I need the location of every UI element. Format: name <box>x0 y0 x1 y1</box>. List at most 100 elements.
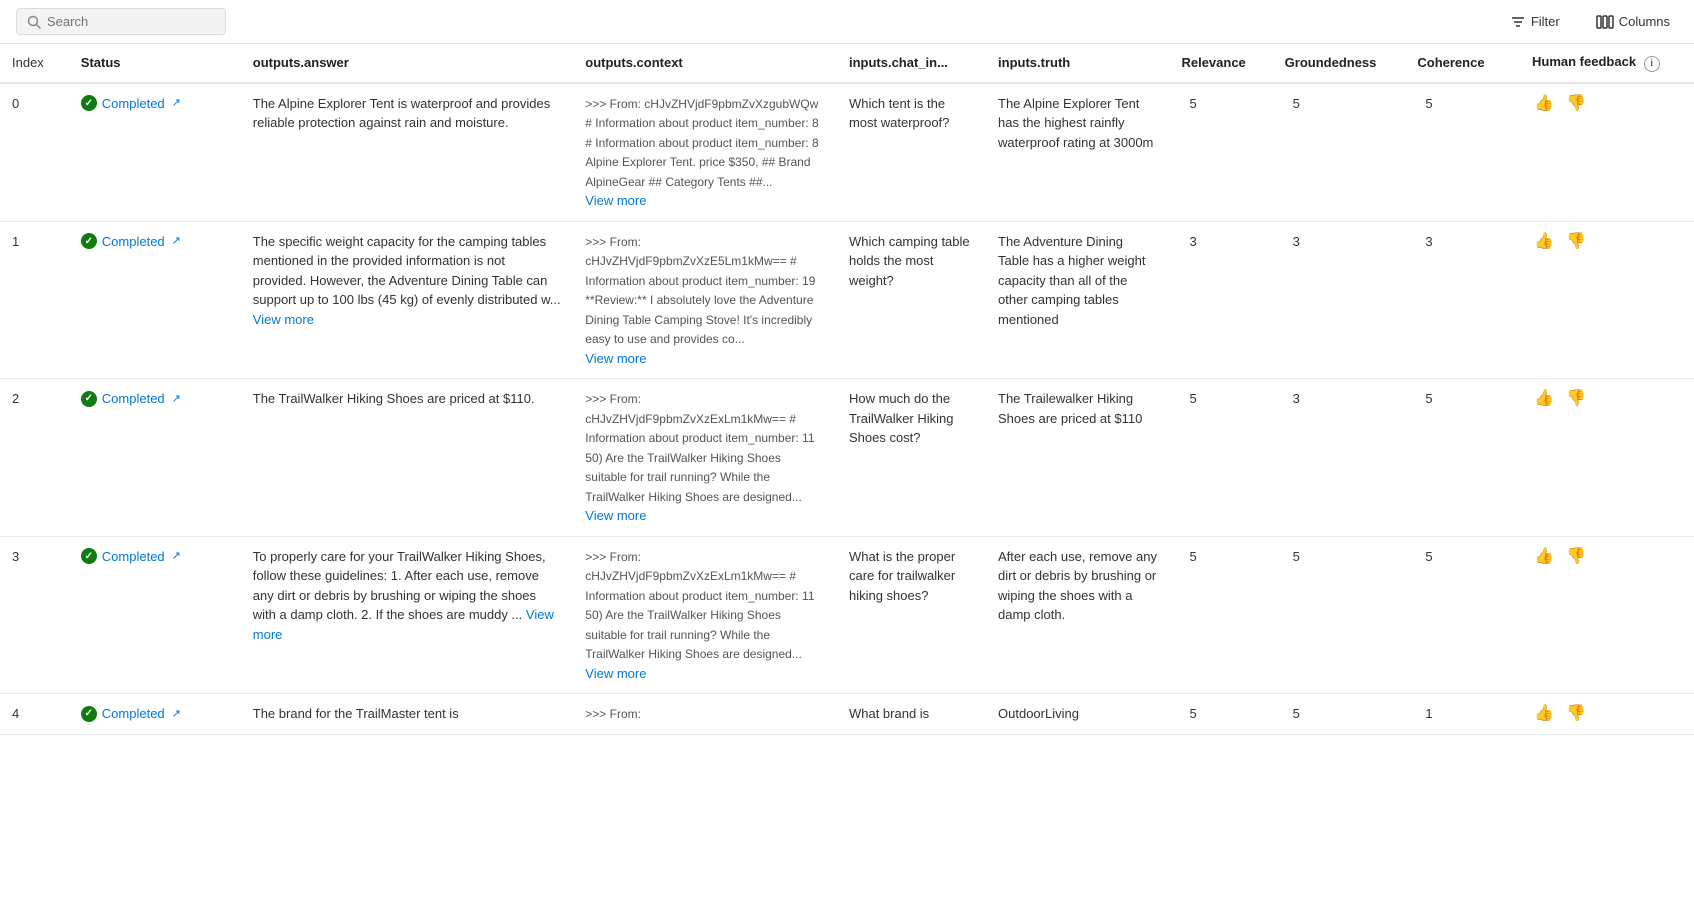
status-badge: Completed ↗ <box>81 94 229 114</box>
answer-text: The specific weight capacity for the cam… <box>253 234 561 327</box>
col-header-groundedness: Groundedness <box>1273 44 1406 83</box>
search-box[interactable] <box>16 8 226 35</box>
feedback-icons: 👍 👎 <box>1532 704 1682 724</box>
external-link-icon[interactable]: ↗ <box>172 95 181 112</box>
view-more-context-link[interactable]: View more <box>585 193 646 208</box>
data-table: Index Status outputs.answer outputs.cont… <box>0 44 1694 735</box>
cell-feedback: 👍 👎 <box>1520 379 1694 537</box>
chat-in-text: What is the proper care for trailwalker … <box>849 549 955 603</box>
col-header-feedback: Human feedback i <box>1520 44 1694 83</box>
columns-label: Columns <box>1619 14 1670 29</box>
cell-feedback: 👍 👎 <box>1520 221 1694 379</box>
columns-icon <box>1596 14 1614 30</box>
cell-context: >>> From: cHJvZHVjdF9pbmZvXzE5Lm1kMw== #… <box>573 221 837 379</box>
cell-coherence: 3 <box>1405 221 1520 379</box>
chat-in-text: How much do the TrailWalker Hiking Shoes… <box>849 391 954 445</box>
cell-context: >>> From: cHJvZHVjdF9pbmZvXzgubWQw # Inf… <box>573 83 837 222</box>
context-text: >>> From: cHJvZHVjdF9pbmZvXzExLm1kMw== #… <box>585 392 814 504</box>
cell-index: 3 <box>0 536 69 694</box>
cell-truth: After each use, remove any dirt or debri… <box>986 536 1169 694</box>
cell-chat-in: How much do the TrailWalker Hiking Shoes… <box>837 379 986 537</box>
filter-button[interactable]: Filter <box>1502 10 1568 34</box>
truth-text: The Trailewalker Hiking Shoes are priced… <box>998 391 1142 426</box>
columns-button[interactable]: Columns <box>1588 10 1678 34</box>
external-link-icon[interactable]: ↗ <box>172 391 181 408</box>
cell-relevance: 5 <box>1169 379 1272 537</box>
filter-label: Filter <box>1531 14 1560 29</box>
feedback-icons: 👍 👎 <box>1532 232 1682 252</box>
external-link-icon[interactable]: ↗ <box>172 706 181 723</box>
thumbs-down-button[interactable]: 👎 <box>1564 94 1588 114</box>
table-container: Index Status outputs.answer outputs.cont… <box>0 44 1694 899</box>
col-header-status: Status <box>69 44 241 83</box>
status-check-icon <box>81 706 97 722</box>
cell-context: >>> From: cHJvZHVjdF9pbmZvXzExLm1kMw== #… <box>573 536 837 694</box>
thumbs-down-button[interactable]: 👎 <box>1564 232 1588 252</box>
cell-answer: The Alpine Explorer Tent is waterproof a… <box>241 83 574 222</box>
cell-groundedness: 5 <box>1273 694 1406 735</box>
view-more-answer-link[interactable]: View more <box>253 607 554 642</box>
status-badge: Completed ↗ <box>81 547 229 567</box>
cell-feedback: 👍 👎 <box>1520 694 1694 735</box>
cell-feedback: 👍 👎 <box>1520 536 1694 694</box>
search-input[interactable] <box>47 14 215 29</box>
cell-chat-in: Which camping table holds the most weigh… <box>837 221 986 379</box>
cell-chat-in: What is the proper care for trailwalker … <box>837 536 986 694</box>
view-more-answer-link[interactable]: View more <box>253 312 314 327</box>
thumbs-down-button[interactable]: 👎 <box>1564 389 1588 409</box>
status-label: Completed <box>102 704 165 724</box>
col-header-index: Index <box>0 44 69 83</box>
cell-index: 0 <box>0 83 69 222</box>
view-more-context-link[interactable]: View more <box>585 666 646 681</box>
status-check-icon <box>81 95 97 111</box>
view-more-context-link[interactable]: View more <box>585 508 646 523</box>
cell-groundedness: 5 <box>1273 536 1406 694</box>
cell-status: Completed ↗ <box>69 221 241 379</box>
answer-text: The brand for the TrailMaster tent is <box>253 706 459 721</box>
feedback-icons: 👍 👎 <box>1532 389 1682 409</box>
cell-truth: The Adventure Dining Table has a higher … <box>986 221 1169 379</box>
col-header-chat-in: inputs.chat_in... <box>837 44 986 83</box>
cell-status: Completed ↗ <box>69 694 241 735</box>
thumbs-up-button[interactable]: 👍 <box>1532 389 1556 409</box>
cell-coherence: 1 <box>1405 694 1520 735</box>
cell-answer: The brand for the TrailMaster tent is <box>241 694 574 735</box>
cell-relevance: 5 <box>1169 536 1272 694</box>
truth-text: The Adventure Dining Table has a higher … <box>998 234 1145 327</box>
search-icon <box>27 15 41 29</box>
thumbs-up-button[interactable]: 👍 <box>1532 704 1556 724</box>
chat-in-text: What brand is <box>849 706 929 721</box>
thumbs-up-button[interactable]: 👍 <box>1532 94 1556 114</box>
toolbar-right: Filter Columns <box>1502 10 1678 34</box>
table-row: 2 Completed ↗ The TrailWalker Hiking Sho… <box>0 379 1694 537</box>
thumbs-up-button[interactable]: 👍 <box>1532 547 1556 567</box>
view-more-context-link[interactable]: View more <box>585 351 646 366</box>
cell-context: >>> From: cHJvZHVjdF9pbmZvXzExLm1kMw== #… <box>573 379 837 537</box>
table-row: 4 Completed ↗ The brand for the TrailMas… <box>0 694 1694 735</box>
truth-text: The Alpine Explorer Tent has the highest… <box>998 96 1153 150</box>
answer-text: To properly care for your TrailWalker Hi… <box>253 549 554 642</box>
feedback-icons: 👍 👎 <box>1532 94 1682 114</box>
col-header-answer: outputs.answer <box>241 44 574 83</box>
chat-in-text: Which tent is the most waterproof? <box>849 96 949 131</box>
toolbar: Filter Columns <box>0 0 1694 44</box>
thumbs-up-button[interactable]: 👍 <box>1532 232 1556 252</box>
thumbs-down-button[interactable]: 👎 <box>1564 704 1588 724</box>
cell-status: Completed ↗ <box>69 536 241 694</box>
cell-index: 1 <box>0 221 69 379</box>
thumbs-down-button[interactable]: 👎 <box>1564 547 1588 567</box>
context-text: >>> From: cHJvZHVjdF9pbmZvXzE5Lm1kMw== #… <box>585 235 815 347</box>
cell-answer: The specific weight capacity for the cam… <box>241 221 574 379</box>
external-link-icon[interactable]: ↗ <box>172 233 181 250</box>
status-label: Completed <box>102 232 165 252</box>
context-text: >>> From: cHJvZHVjdF9pbmZvXzgubWQw # Inf… <box>585 97 818 189</box>
external-link-icon[interactable]: ↗ <box>172 548 181 565</box>
cell-relevance: 5 <box>1169 83 1272 222</box>
cell-answer: The TrailWalker Hiking Shoes are priced … <box>241 379 574 537</box>
col-header-truth: inputs.truth <box>986 44 1169 83</box>
status-label: Completed <box>102 547 165 567</box>
feedback-info-icon[interactable]: i <box>1644 56 1660 72</box>
truth-text: OutdoorLiving <box>998 706 1079 721</box>
table-row: 3 Completed ↗ To properly care for your … <box>0 536 1694 694</box>
cell-coherence: 5 <box>1405 536 1520 694</box>
